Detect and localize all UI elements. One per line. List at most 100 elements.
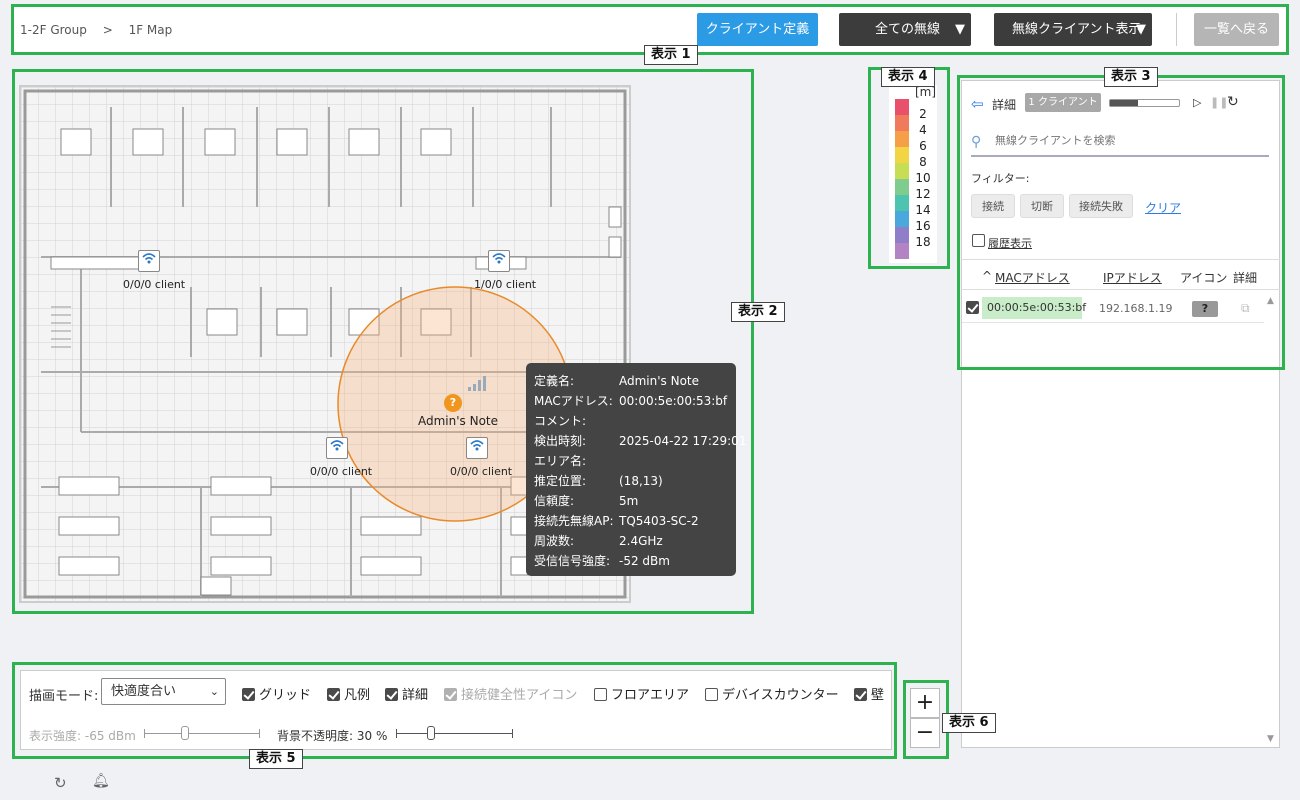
- filter-connected-button[interactable]: 接続: [971, 194, 1015, 218]
- ap-client-count: 0/0/0 client: [310, 465, 373, 478]
- legend-label: 12: [915, 187, 931, 201]
- legend-swatch: [895, 211, 909, 227]
- opacity-slider-thumb[interactable]: [426, 726, 435, 740]
- legend-swatch: [895, 195, 909, 211]
- legend-swatch: [895, 163, 909, 179]
- legend-swatch: [895, 147, 909, 163]
- scroll-down-icon[interactable]: ▼: [1267, 734, 1274, 744]
- client-marker-icon[interactable]: ?: [444, 394, 462, 412]
- annotation-label-3: 表示 3: [1104, 67, 1158, 87]
- chevron-down-icon: ⌄: [209, 685, 219, 698]
- access-point-icon[interactable]: [466, 437, 488, 459]
- breadcrumb-group[interactable]: 1-2F Group: [20, 23, 87, 37]
- legend-swatch: [895, 99, 909, 115]
- column-header-ip[interactable]: IPアドレス: [1103, 269, 1162, 286]
- client-mac-cell: 00:00:5e:00:53:bf: [982, 297, 1086, 319]
- breadcrumb-separator: >: [102, 23, 113, 37]
- slider-tick: [512, 729, 513, 738]
- legend-label: 14: [915, 203, 931, 217]
- tooltip-row: エリア名:: [534, 454, 587, 468]
- annotation-label-5: 表示 5: [249, 749, 303, 769]
- zoom-out-button[interactable]: −: [910, 718, 940, 748]
- signal-strength-label: 表示強度: -65 dBm: [29, 729, 136, 743]
- legend-label: 10: [915, 171, 931, 185]
- play-icon[interactable]: ▷: [1193, 96, 1201, 109]
- legend-swatch: [895, 131, 909, 147]
- breadcrumb-map: 1F Map: [128, 23, 173, 37]
- access-point-icon[interactable]: [138, 250, 160, 272]
- tooltip-row: 信頼度: 5m: [534, 494, 639, 508]
- unknown-device-icon: ?: [1192, 301, 1218, 317]
- tooltip-row: 接続先無線AP: TQ5403-SC-2: [534, 514, 699, 528]
- device-counter-toggle[interactable]: デバイスカウンター: [705, 684, 839, 703]
- ap-client-count: 0/0/0 client: [450, 465, 513, 478]
- annotation-label-2: 表示 2: [731, 302, 785, 322]
- client-display-value: 無線クライアント表示: [1012, 22, 1142, 37]
- wall-toggle[interactable]: 壁: [854, 684, 884, 703]
- sort-ascending-icon[interactable]: ^: [982, 269, 992, 283]
- history-checkbox[interactable]: [972, 234, 985, 248]
- annotation-label-1: 表示 1: [644, 45, 698, 65]
- signal-strength-slider[interactable]: [144, 733, 259, 734]
- access-point-icon[interactable]: [488, 250, 510, 272]
- draw-mode-value: 快適度合い: [111, 684, 177, 699]
- dropdown-arrow-icon: ▼: [1136, 22, 1146, 37]
- signal-strength-icon: [467, 376, 487, 395]
- annotation-label-6: 表示 6: [942, 713, 996, 733]
- reload-icon[interactable]: ↻: [1227, 94, 1239, 110]
- pause-icon[interactable]: ❚❚: [1210, 96, 1228, 109]
- column-header-mac[interactable]: MACアドレス: [995, 269, 1070, 286]
- row-select-checkbox[interactable]: [966, 301, 979, 315]
- divider: [961, 259, 1280, 260]
- client-name-label: Admin's Note: [418, 414, 499, 428]
- tooltip-row: 定義名: Admin's Note: [534, 374, 700, 388]
- zoom-in-button[interactable]: +: [910, 688, 940, 718]
- draw-mode-select[interactable]: 快適度合い ⌄: [101, 678, 226, 705]
- collapse-panel-icon[interactable]: ⇦: [971, 95, 984, 113]
- details-label: 詳細: [992, 98, 1017, 112]
- filter-label: フィルター:: [971, 172, 1030, 185]
- legend-label: 6: [919, 139, 927, 153]
- filter-failed-button[interactable]: 接続失敗: [1069, 194, 1133, 218]
- clear-filter-link[interactable]: クリア: [1145, 199, 1181, 216]
- client-define-button[interactable]: クライアント定義: [697, 13, 818, 46]
- opacity-label: 背景不透明度: 30 %: [277, 729, 388, 743]
- legend-label: 18: [915, 235, 931, 249]
- refresh-icon[interactable]: ↻: [54, 774, 67, 792]
- open-detail-icon[interactable]: ⧉: [1241, 301, 1250, 316]
- client-display-select[interactable]: 無線クライアント表示 ▼: [994, 13, 1152, 46]
- legend-swatch: [895, 227, 909, 243]
- history-label: 履歴表示: [988, 237, 1032, 250]
- detail-toggle[interactable]: 詳細: [385, 684, 428, 703]
- client-search-input[interactable]: [993, 133, 1263, 148]
- tooltip-row: 検出時刻: 2025-04-22 17:29:01: [534, 434, 747, 448]
- bell-icon[interactable]: 🔔︎: [92, 773, 110, 789]
- access-point-icon[interactable]: [326, 437, 348, 459]
- legend-unit: [m]: [915, 85, 937, 99]
- search-icon: ⚲: [971, 134, 982, 150]
- breadcrumb: 1-2F Group > 1F Map: [20, 23, 184, 37]
- divider: [961, 289, 1280, 290]
- header-divider: [1176, 13, 1177, 46]
- client-ip-cell: 192.168.1.19: [1099, 302, 1173, 315]
- tooltip-row: 推定位置: (18,13): [534, 474, 663, 488]
- legend-label: 8: [919, 155, 927, 169]
- annotation-label-4: 表示 4: [881, 67, 935, 87]
- scroll-up-icon[interactable]: ▲: [1267, 296, 1274, 306]
- filter-disconnected-button[interactable]: 切断: [1020, 194, 1064, 218]
- wireless-filter-select[interactable]: 全ての無線 ▼: [839, 13, 971, 46]
- back-to-list-button[interactable]: 一覧へ戻る: [1194, 13, 1279, 46]
- wifi-icon: [330, 440, 344, 451]
- legend-toggle[interactable]: 凡例: [327, 684, 370, 703]
- playback-progress-bar[interactable]: [1109, 99, 1180, 107]
- tooltip-row: 周波数: 2.4GHz: [534, 534, 663, 548]
- dropdown-arrow-icon: ▼: [955, 22, 965, 37]
- opacity-slider[interactable]: [396, 733, 512, 734]
- signal-strength-slider-thumb[interactable]: [181, 726, 189, 740]
- client-search-box[interactable]: ⚲: [971, 131, 1269, 157]
- draw-mode-label: 描画モード:: [29, 689, 99, 704]
- floor-area-toggle[interactable]: フロアエリア: [594, 684, 689, 703]
- client-count-badge: 1 クライアント: [1025, 93, 1101, 112]
- wifi-icon: [142, 253, 156, 264]
- grid-toggle[interactable]: グリッド: [242, 684, 311, 703]
